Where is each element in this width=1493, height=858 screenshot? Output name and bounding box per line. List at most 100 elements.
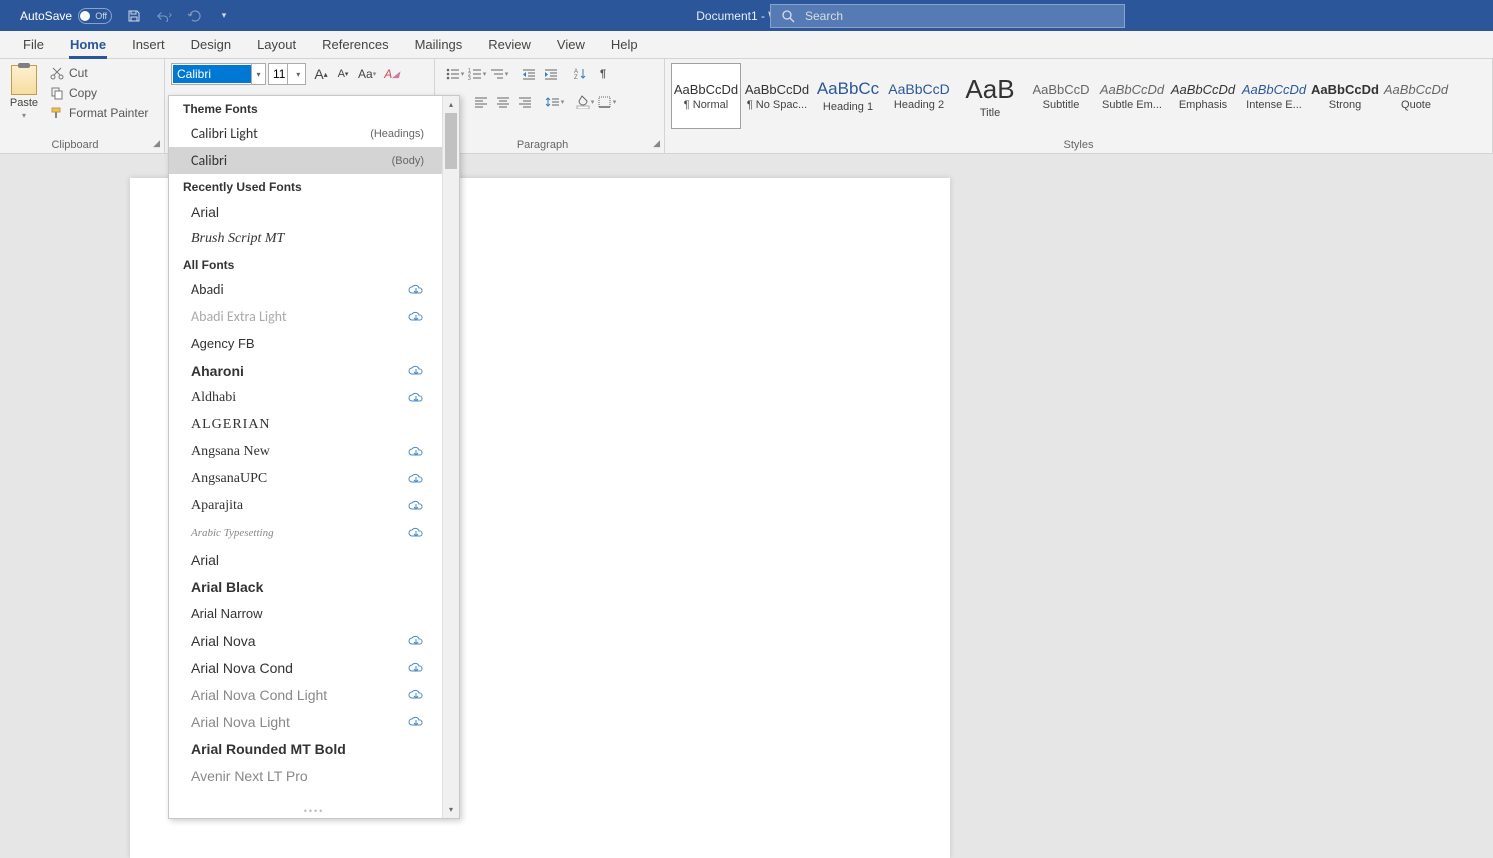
font-entry[interactable]: Aldhabi (169, 384, 442, 411)
style-preview: AaB (965, 74, 1014, 105)
scroll-down-icon[interactable]: ▾ (443, 801, 459, 818)
style-item[interactable]: AaBbCcDdQuote (1381, 63, 1451, 129)
cloud-download-icon[interactable] (408, 716, 428, 728)
redo-icon[interactable] (186, 8, 202, 24)
style-item[interactable]: AaBbCcDd¶ Normal (671, 63, 741, 129)
font-entry[interactable]: Arial Narrow (169, 600, 442, 627)
font-entry[interactable]: ALGERIAN (169, 411, 442, 438)
clear-formatting-button[interactable]: A◢ (382, 63, 401, 85)
cloud-download-icon[interactable] (408, 689, 428, 701)
cloud-download-icon[interactable] (408, 284, 428, 296)
autosave-toggle[interactable]: AutoSave Off (0, 8, 112, 24)
tab-view[interactable]: View (544, 31, 598, 58)
cloud-download-icon[interactable] (408, 392, 428, 404)
font-entry[interactable]: Arial Nova Light (169, 708, 442, 735)
scroll-up-icon[interactable]: ▴ (443, 96, 459, 113)
font-entry[interactable]: Aparajita (169, 492, 442, 519)
font-entry[interactable]: Avenir Next LT Pro (169, 762, 442, 789)
style-item[interactable]: AaBbCcDdIntense E... (1239, 63, 1309, 129)
cloud-download-icon[interactable] (408, 311, 428, 323)
dialog-launcher-icon[interactable]: ◢ (153, 138, 160, 149)
font-entry-name: Arial Rounded MT Bold (191, 741, 346, 757)
line-spacing-button[interactable] (545, 91, 565, 113)
increase-indent-button[interactable] (541, 63, 561, 85)
borders-button[interactable] (597, 91, 617, 113)
tab-file[interactable]: File (10, 31, 57, 58)
undo-icon[interactable] (156, 8, 172, 24)
chevron-down-icon[interactable]: ▾ (251, 64, 265, 84)
tab-home[interactable]: Home (57, 31, 119, 58)
font-entry[interactable]: Abadi Extra Light (169, 303, 442, 330)
font-name-input[interactable] (173, 65, 251, 83)
font-entry[interactable]: Arial Nova Cond (169, 654, 442, 681)
cloud-download-icon[interactable] (408, 473, 428, 485)
font-entry[interactable]: Abadi (169, 276, 442, 303)
font-entry[interactable]: Arial Nova Cond Light (169, 681, 442, 708)
grow-font-button[interactable]: A▴ (312, 63, 330, 85)
align-center-button[interactable] (493, 91, 513, 113)
chevron-down-icon[interactable]: ▾ (287, 64, 306, 84)
font-entry[interactable]: Aharoni (169, 357, 442, 384)
font-entry-name: Arial Narrow (191, 606, 263, 621)
tab-help[interactable]: Help (598, 31, 651, 58)
font-entry[interactable]: Arial Nova (169, 627, 442, 654)
search-input[interactable] (805, 9, 1114, 23)
align-right-button[interactable] (515, 91, 535, 113)
font-entry[interactable]: Arabic Typesetting (169, 519, 442, 546)
style-item[interactable]: AaBbCcDdStrong (1310, 63, 1380, 129)
font-entry[interactable]: Angsana New (169, 438, 442, 465)
dialog-launcher-icon[interactable]: ◢ (653, 138, 660, 149)
multilevel-list-button[interactable] (489, 63, 509, 85)
decrease-indent-button[interactable] (519, 63, 539, 85)
font-entry[interactable]: Calibri(Body) (169, 147, 442, 174)
scrollbar[interactable]: ▴ ▾ (442, 96, 459, 818)
shrink-font-button[interactable]: A▾ (334, 63, 352, 85)
search-box[interactable] (770, 4, 1125, 28)
style-item[interactable]: AaBbCcDSubtitle (1026, 63, 1096, 129)
tab-design[interactable]: Design (178, 31, 244, 58)
cloud-download-icon[interactable] (408, 365, 428, 377)
paste-button[interactable]: Paste ▾ (6, 63, 42, 121)
cloud-download-icon[interactable] (408, 446, 428, 458)
font-entry[interactable]: Arial (169, 546, 442, 573)
cloud-download-icon[interactable] (408, 635, 428, 647)
qat-customize-icon[interactable]: ▾ (216, 8, 232, 24)
sort-button[interactable]: AZ (571, 63, 591, 85)
style-item[interactable]: AaBbCcDdSubtle Em... (1097, 63, 1167, 129)
font-dropdown: Theme FontsCalibri Light(Headings)Calibr… (168, 95, 460, 819)
format-painter-button[interactable]: Format Painter (48, 105, 150, 121)
font-entry[interactable]: Brush Script MT (169, 225, 442, 252)
style-item[interactable]: AaBTitle (955, 63, 1025, 129)
numbering-button[interactable]: 123 (467, 63, 487, 85)
bullets-button[interactable] (445, 63, 465, 85)
font-entry[interactable]: Arial (169, 198, 442, 225)
align-left-button[interactable] (471, 91, 491, 113)
style-item[interactable]: AaBbCcHeading 1 (813, 63, 883, 129)
font-entry[interactable]: Arial Black (169, 573, 442, 600)
style-item[interactable]: AaBbCcDdEmphasis (1168, 63, 1238, 129)
save-icon[interactable] (126, 8, 142, 24)
resize-grip-icon[interactable]: •••• (304, 806, 325, 816)
style-item[interactable]: AaBbCcDd¶ No Spac... (742, 63, 812, 129)
tab-mailings[interactable]: Mailings (402, 31, 476, 58)
show-marks-button[interactable]: ¶ (593, 63, 613, 85)
tab-references[interactable]: References (309, 31, 401, 58)
shading-button[interactable] (575, 91, 595, 113)
tab-review[interactable]: Review (475, 31, 544, 58)
cloud-download-icon[interactable] (408, 662, 428, 674)
scroll-thumb[interactable] (445, 113, 457, 169)
font-entry[interactable]: Calibri Light(Headings) (169, 120, 442, 147)
cut-button[interactable]: Cut (48, 65, 150, 81)
tab-layout[interactable]: Layout (244, 31, 309, 58)
cloud-download-icon[interactable] (408, 500, 428, 512)
font-size-combo[interactable]: 11 ▾ (268, 63, 306, 85)
font-entry[interactable]: Agency FB (169, 330, 442, 357)
font-entry[interactable]: Arial Rounded MT Bold (169, 735, 442, 762)
style-item[interactable]: AaBbCcDHeading 2 (884, 63, 954, 129)
copy-button[interactable]: Copy (48, 85, 150, 101)
font-name-combo[interactable]: ▾ (171, 63, 266, 85)
font-entry[interactable]: AngsanaUPC (169, 465, 442, 492)
cloud-download-icon[interactable] (408, 527, 428, 539)
tab-insert[interactable]: Insert (119, 31, 178, 58)
change-case-button[interactable]: Aa▾ (356, 63, 378, 85)
